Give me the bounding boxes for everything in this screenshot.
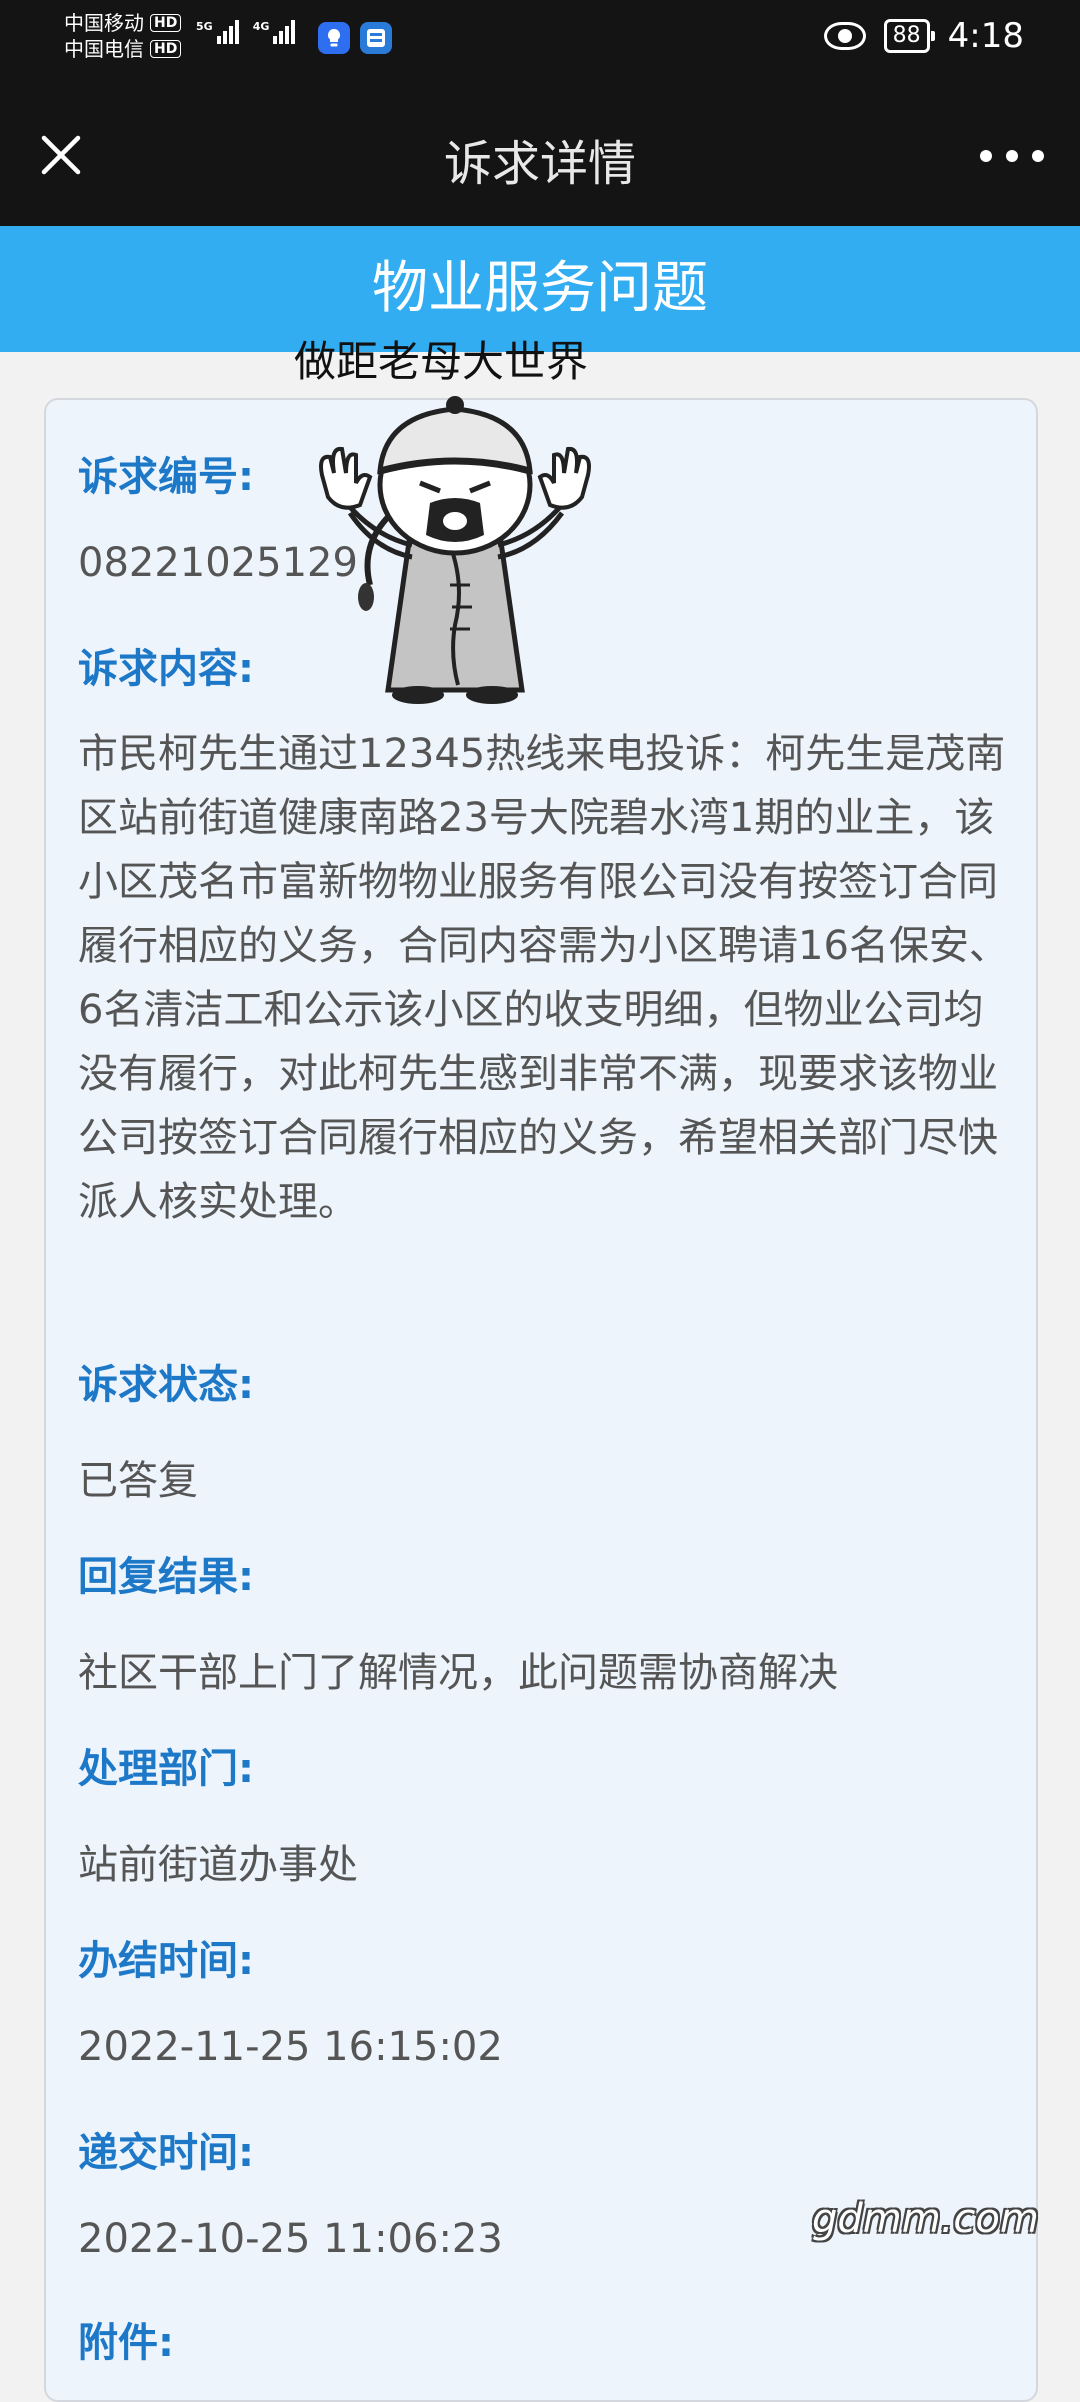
hd-badge-1: HD (150, 14, 182, 32)
signal-5g-icon: 5G (196, 20, 239, 44)
dept-label: 处理部门: (78, 1746, 254, 1792)
more-icon[interactable] (980, 150, 1044, 162)
clock: 4:18 (947, 16, 1024, 56)
submit-time-label: 递交时间: (78, 2130, 254, 2176)
app-notification-icon (318, 22, 350, 54)
page-title: 诉求详情 (443, 136, 636, 192)
eye-icon (823, 22, 866, 50)
status-right: 88 4:18 (823, 16, 1024, 56)
number-label: 诉求编号: (78, 454, 254, 500)
submit-time-value: 2022-10-25 11:06:23 (78, 2216, 503, 2262)
meme-sticker-icon (319, 396, 591, 704)
reply-label: 回复结果: (78, 1554, 254, 1600)
content-value: 市民柯先生通过12345热线来电投诉：柯先生是茂南区站前街道健康南路23号大院碧… (78, 731, 1009, 1225)
status-bar: 中国移动 HD 中国电信 HD 5G 4G 88 4:18 (0, 0, 1080, 80)
carrier-info: 中国移动 HD 中国电信 HD (64, 10, 182, 62)
attachment-label: 附件: (78, 2320, 174, 2366)
content-label: 诉求内容: (78, 646, 254, 692)
battery-icon: 88 (883, 19, 935, 53)
status-value: 已答复 (78, 1458, 198, 1504)
signal-4g-label: 4G (252, 20, 270, 33)
finish-time-label: 办结时间: (78, 1938, 254, 1984)
watermark: gdmm.com (812, 2196, 1039, 2242)
carrier-name-2: 中国电信 (64, 37, 144, 61)
app-notification-icon-2 (360, 22, 392, 54)
status-label: 诉求状态: (78, 1362, 254, 1408)
signal-4g-icon: 4G (253, 20, 296, 44)
title-bar: 诉求详情 (0, 80, 1080, 226)
carrier-row-1: 中国移动 HD (64, 10, 182, 36)
carrier-name-1: 中国移动 (64, 11, 144, 35)
hd-badge-2: HD (150, 40, 182, 58)
signal-indicators: 5G 4G (196, 20, 296, 44)
meme-caption: 做距老母大世界 (294, 337, 589, 386)
finish-time-value: 2022-11-25 16:15:02 (78, 2024, 503, 2070)
carrier-row-2: 中国电信 HD (64, 36, 182, 62)
battery-level: 88 (892, 23, 921, 48)
signal-5g-label: 5G (196, 20, 213, 33)
dept-value: 站前街道办事处 (78, 1842, 358, 1888)
reply-value: 社区干部上门了解情况，此问题需协商解决 (78, 1650, 838, 1696)
